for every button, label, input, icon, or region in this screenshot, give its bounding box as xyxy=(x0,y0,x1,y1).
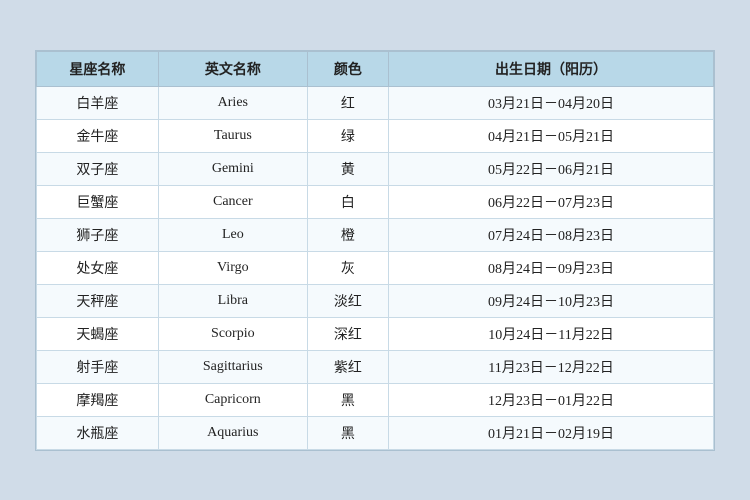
cell-chinese: 天蝎座 xyxy=(37,317,159,350)
cell-english: Gemini xyxy=(158,152,307,185)
cell-date: 05月22日－06月21日 xyxy=(389,152,714,185)
cell-date: 08月24日－09月23日 xyxy=(389,251,714,284)
cell-chinese: 狮子座 xyxy=(37,218,159,251)
cell-date: 12月23日－01月22日 xyxy=(389,383,714,416)
table-row: 摩羯座Capricorn黑12月23日－01月22日 xyxy=(37,383,714,416)
cell-chinese: 水瓶座 xyxy=(37,416,159,449)
cell-color: 绿 xyxy=(307,119,388,152)
table-row: 水瓶座Aquarius黑01月21日－02月19日 xyxy=(37,416,714,449)
cell-chinese: 天秤座 xyxy=(37,284,159,317)
cell-color: 黑 xyxy=(307,383,388,416)
cell-chinese: 金牛座 xyxy=(37,119,159,152)
cell-chinese: 射手座 xyxy=(37,350,159,383)
cell-color: 紫红 xyxy=(307,350,388,383)
table-row: 巨蟹座Cancer白06月22日－07月23日 xyxy=(37,185,714,218)
table-row: 金牛座Taurus绿04月21日－05月21日 xyxy=(37,119,714,152)
cell-english: Capricorn xyxy=(158,383,307,416)
cell-date: 06月22日－07月23日 xyxy=(389,185,714,218)
cell-date: 07月24日－08月23日 xyxy=(389,218,714,251)
cell-english: Virgo xyxy=(158,251,307,284)
cell-chinese: 双子座 xyxy=(37,152,159,185)
cell-english: Aries xyxy=(158,86,307,119)
table-row: 狮子座Leo橙07月24日－08月23日 xyxy=(37,218,714,251)
cell-date: 04月21日－05月21日 xyxy=(389,119,714,152)
cell-date: 11月23日－12月22日 xyxy=(389,350,714,383)
cell-date: 01月21日－02月19日 xyxy=(389,416,714,449)
zodiac-table: 星座名称 英文名称 颜色 出生日期（阳历） 白羊座Aries红03月21日－04… xyxy=(36,51,714,450)
cell-date: 10月24日－11月22日 xyxy=(389,317,714,350)
cell-chinese: 摩羯座 xyxy=(37,383,159,416)
cell-color: 灰 xyxy=(307,251,388,284)
table-row: 射手座Sagittarius紫红11月23日－12月22日 xyxy=(37,350,714,383)
table-row: 天秤座Libra淡红09月24日－10月23日 xyxy=(37,284,714,317)
cell-chinese: 巨蟹座 xyxy=(37,185,159,218)
table-row: 处女座Virgo灰08月24日－09月23日 xyxy=(37,251,714,284)
table-row: 白羊座Aries红03月21日－04月20日 xyxy=(37,86,714,119)
table-row: 天蝎座Scorpio深红10月24日－11月22日 xyxy=(37,317,714,350)
cell-color: 深红 xyxy=(307,317,388,350)
zodiac-table-container: 星座名称 英文名称 颜色 出生日期（阳历） 白羊座Aries红03月21日－04… xyxy=(35,50,715,451)
cell-chinese: 处女座 xyxy=(37,251,159,284)
table-row: 双子座Gemini黄05月22日－06月21日 xyxy=(37,152,714,185)
cell-chinese: 白羊座 xyxy=(37,86,159,119)
cell-date: 03月21日－04月20日 xyxy=(389,86,714,119)
cell-color: 黑 xyxy=(307,416,388,449)
cell-color: 红 xyxy=(307,86,388,119)
cell-english: Cancer xyxy=(158,185,307,218)
table-header-row: 星座名称 英文名称 颜色 出生日期（阳历） xyxy=(37,51,714,86)
cell-color: 白 xyxy=(307,185,388,218)
header-chinese: 星座名称 xyxy=(37,51,159,86)
cell-date: 09月24日－10月23日 xyxy=(389,284,714,317)
cell-english: Aquarius xyxy=(158,416,307,449)
cell-english: Leo xyxy=(158,218,307,251)
cell-english: Taurus xyxy=(158,119,307,152)
cell-color: 橙 xyxy=(307,218,388,251)
table-body: 白羊座Aries红03月21日－04月20日金牛座Taurus绿04月21日－0… xyxy=(37,86,714,449)
cell-english: Scorpio xyxy=(158,317,307,350)
cell-color: 黄 xyxy=(307,152,388,185)
cell-color: 淡红 xyxy=(307,284,388,317)
cell-english: Sagittarius xyxy=(158,350,307,383)
header-date: 出生日期（阳历） xyxy=(389,51,714,86)
header-color: 颜色 xyxy=(307,51,388,86)
cell-english: Libra xyxy=(158,284,307,317)
header-english: 英文名称 xyxy=(158,51,307,86)
